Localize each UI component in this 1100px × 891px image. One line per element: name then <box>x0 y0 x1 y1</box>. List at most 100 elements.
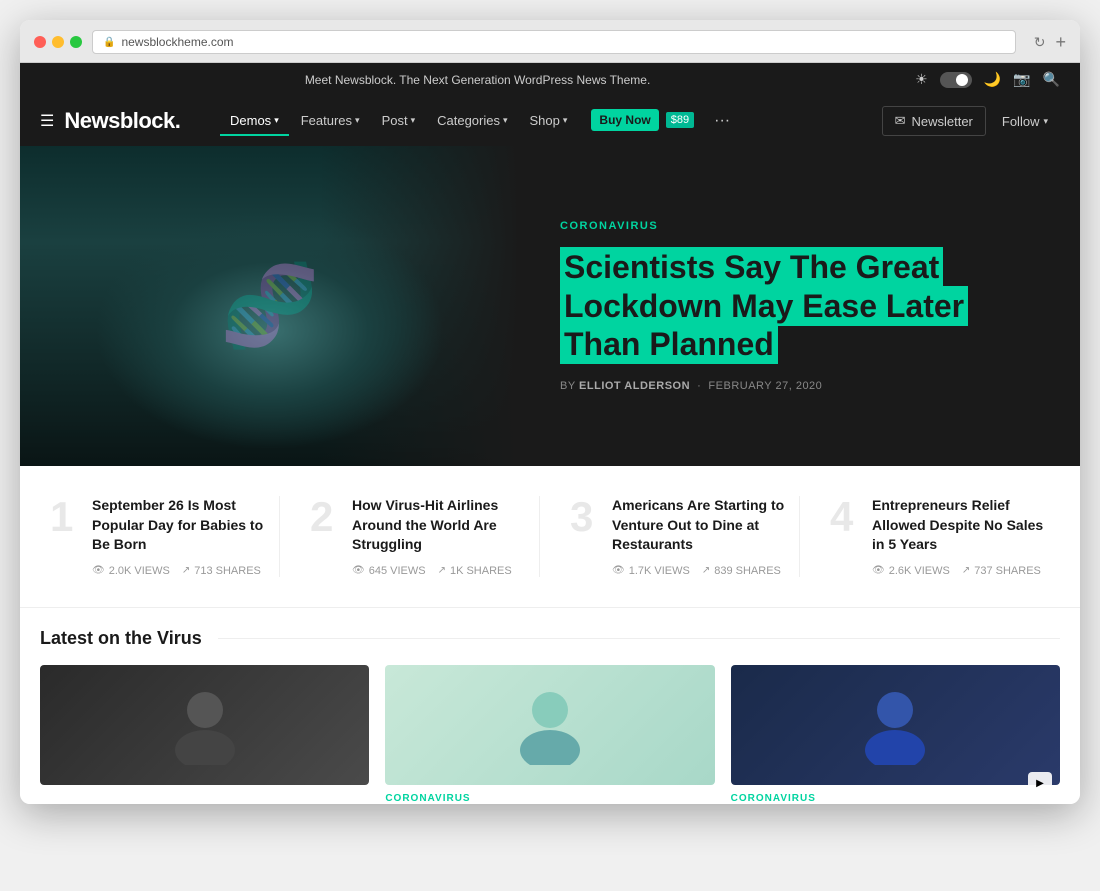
views-icon-4: 👁 <box>872 565 885 576</box>
main-nav: ☰ Newsblock. Demos ▾ Features ▾ Post ▾ C… <box>20 96 1080 146</box>
site-logo[interactable]: Newsblock. <box>64 108 180 134</box>
list-item[interactable]: ▶ CORONAVIRUS <box>731 665 1060 804</box>
trending-title-3: Americans Are Starting to Venture Out to… <box>612 496 789 555</box>
list-item[interactable] <box>40 665 369 804</box>
hero-content: CORONAVIRUS Scientists Say The Great Loc… <box>520 146 1080 466</box>
announcement-bar: Meet Newsblock. The Next Generation Word… <box>20 63 1080 96</box>
hamburger-menu[interactable]: ☰ <box>40 111 54 131</box>
views-icon-2: 👁 <box>352 565 365 576</box>
refresh-button[interactable]: ↻ <box>1034 34 1046 51</box>
views-icon-3: 👁 <box>612 565 625 576</box>
latest-card-image-3: ▶ <box>731 665 1060 785</box>
website-content: Meet Newsblock. The Next Generation Word… <box>20 63 1080 804</box>
latest-image-placeholder-3: ▶ <box>731 665 1060 785</box>
nav-categories[interactable]: Categories ▾ <box>427 107 517 136</box>
nav-right: ✉ Newsletter Follow ▾ <box>882 106 1060 136</box>
announcement-text: Meet Newsblock. The Next Generation Word… <box>40 73 915 87</box>
trending-content-3: Americans Are Starting to Venture Out to… <box>612 496 789 577</box>
categories-chevron: ▾ <box>503 115 508 126</box>
nav-more[interactable]: ··· <box>706 112 738 130</box>
latest-divider <box>218 638 1060 639</box>
trending-content-2: How Virus-Hit Airlines Around the World … <box>352 496 529 577</box>
lock-icon: 🔒 <box>103 37 115 48</box>
dark-mode-toggle[interactable] <box>940 72 972 88</box>
shares-stat-3: ↗ 839 SHARES <box>702 565 781 577</box>
nav-shop[interactable]: Shop ▾ <box>520 107 578 136</box>
demos-chevron: ▾ <box>274 115 279 126</box>
trending-stats-3: 👁 1.7K VIEWS ↗ 839 SHARES <box>612 565 789 577</box>
shares-stat-4: ↗ 737 SHARES <box>962 565 1041 577</box>
latest-header: Latest on the Virus <box>40 628 1060 649</box>
share-icon-3: ↗ <box>702 565 710 576</box>
person-icon-dark <box>165 685 245 765</box>
nav-features[interactable]: Features ▾ <box>291 107 370 136</box>
hero-image <box>20 146 520 466</box>
nav-logo-area: ☰ Newsblock. <box>40 108 220 134</box>
list-item[interactable]: 2 How Virus-Hit Airlines Around the Worl… <box>300 496 540 577</box>
toggle-knob <box>956 74 968 86</box>
shares-stat-2: ↗ 1K SHARES <box>438 565 512 577</box>
moon-icon[interactable]: 🌙 <box>984 71 1001 88</box>
views-stat-2: 👁 645 VIEWS <box>352 565 426 577</box>
announcement-icons: ☀ 🌙 📷 🔍 <box>915 71 1060 88</box>
new-tab-button[interactable]: + <box>1055 32 1066 53</box>
hero-title-wrapper[interactable]: Scientists Say The Great Lockdown May Ea… <box>560 248 1040 363</box>
follow-chevron: ▾ <box>1043 116 1048 127</box>
sun-icon[interactable]: ☀ <box>915 71 928 88</box>
latest-card-category-2: CORONAVIRUS <box>385 793 714 804</box>
trending-section: 1 September 26 Is Most Popular Day for B… <box>20 466 1080 608</box>
shares-stat-1: ↗ 713 SHARES <box>182 565 261 577</box>
trending-stats-1: 👁 2.0K VIEWS ↗ 713 SHARES <box>92 565 269 577</box>
views-stat-3: 👁 1.7K VIEWS <box>612 565 690 577</box>
views-icon-1: 👁 <box>92 565 105 576</box>
lab-icon <box>855 685 935 765</box>
share-icon-1: ↗ <box>182 565 190 576</box>
trending-content-1: September 26 Is Most Popular Day for Bab… <box>92 496 269 577</box>
latest-image-placeholder-1 <box>40 665 369 785</box>
list-item[interactable]: CORONAVIRUS <box>385 665 714 804</box>
minimize-button[interactable] <box>52 36 64 48</box>
list-item[interactable]: 1 September 26 Is Most Popular Day for B… <box>40 496 280 577</box>
newsletter-button[interactable]: ✉ Newsletter <box>882 106 986 136</box>
search-icon[interactable]: 🔍 <box>1043 71 1060 88</box>
list-item[interactable]: 4 Entrepreneurs Relief Allowed Despite N… <box>820 496 1060 577</box>
shop-chevron: ▾ <box>563 115 568 126</box>
browser-window: 🔒 newsblockheme.com ↻ + Meet Newsblock. … <box>20 20 1080 804</box>
trending-grid: 1 September 26 Is Most Popular Day for B… <box>40 496 1060 577</box>
browser-chrome: 🔒 newsblockheme.com ↻ + <box>20 20 1080 63</box>
play-button[interactable]: ▶ <box>1028 772 1052 785</box>
hero-title-line1: Scientists Say The Great <box>560 247 943 287</box>
trending-title-1: September 26 Is Most Popular Day for Bab… <box>92 496 269 555</box>
list-item[interactable]: 3 Americans Are Starting to Venture Out … <box>560 496 800 577</box>
nav-post[interactable]: Post ▾ <box>372 107 426 136</box>
nav-buy-now[interactable]: Buy Now $89 <box>579 103 704 139</box>
post-chevron: ▾ <box>411 115 416 126</box>
hero-title-line3: Than Planned <box>560 324 778 364</box>
hero-title: Scientists Say The Great Lockdown May Ea… <box>560 248 1040 363</box>
share-icon-4: ↗ <box>962 565 970 576</box>
hero-person-image <box>20 146 520 466</box>
hero-title-line2: Lockdown May Ease Later <box>560 286 968 326</box>
envelope-icon: ✉ <box>895 113 906 129</box>
url-text: newsblockheme.com <box>121 35 233 49</box>
latest-card-category-3: CORONAVIRUS <box>731 793 1060 804</box>
close-button[interactable] <box>34 36 46 48</box>
latest-section: Latest on the Virus <box>20 608 1080 804</box>
latest-section-title: Latest on the Virus <box>40 628 202 649</box>
latest-card-image-1 <box>40 665 369 785</box>
camera-icon[interactable]: 📷 <box>1013 71 1030 88</box>
trending-number-1: 1 <box>50 496 80 577</box>
trending-number-3: 3 <box>570 496 600 577</box>
trending-number-2: 2 <box>310 496 340 577</box>
address-bar[interactable]: 🔒 newsblockheme.com <box>92 30 1016 54</box>
hero-section: CORONAVIRUS Scientists Say The Great Loc… <box>20 146 1080 466</box>
hero-date: FEBRUARY 27, 2020 <box>708 380 822 392</box>
hero-author[interactable]: ELLIOT ALDERSON <box>579 380 690 392</box>
views-stat-4: 👁 2.6K VIEWS <box>872 565 950 577</box>
nav-demos[interactable]: Demos ▾ <box>220 107 289 136</box>
hero-category: CORONAVIRUS <box>560 220 1040 232</box>
maximize-button[interactable] <box>70 36 82 48</box>
trending-number-4: 4 <box>830 496 860 577</box>
trending-stats-2: 👁 645 VIEWS ↗ 1K SHARES <box>352 565 529 577</box>
follow-button[interactable]: Follow ▾ <box>990 108 1060 135</box>
